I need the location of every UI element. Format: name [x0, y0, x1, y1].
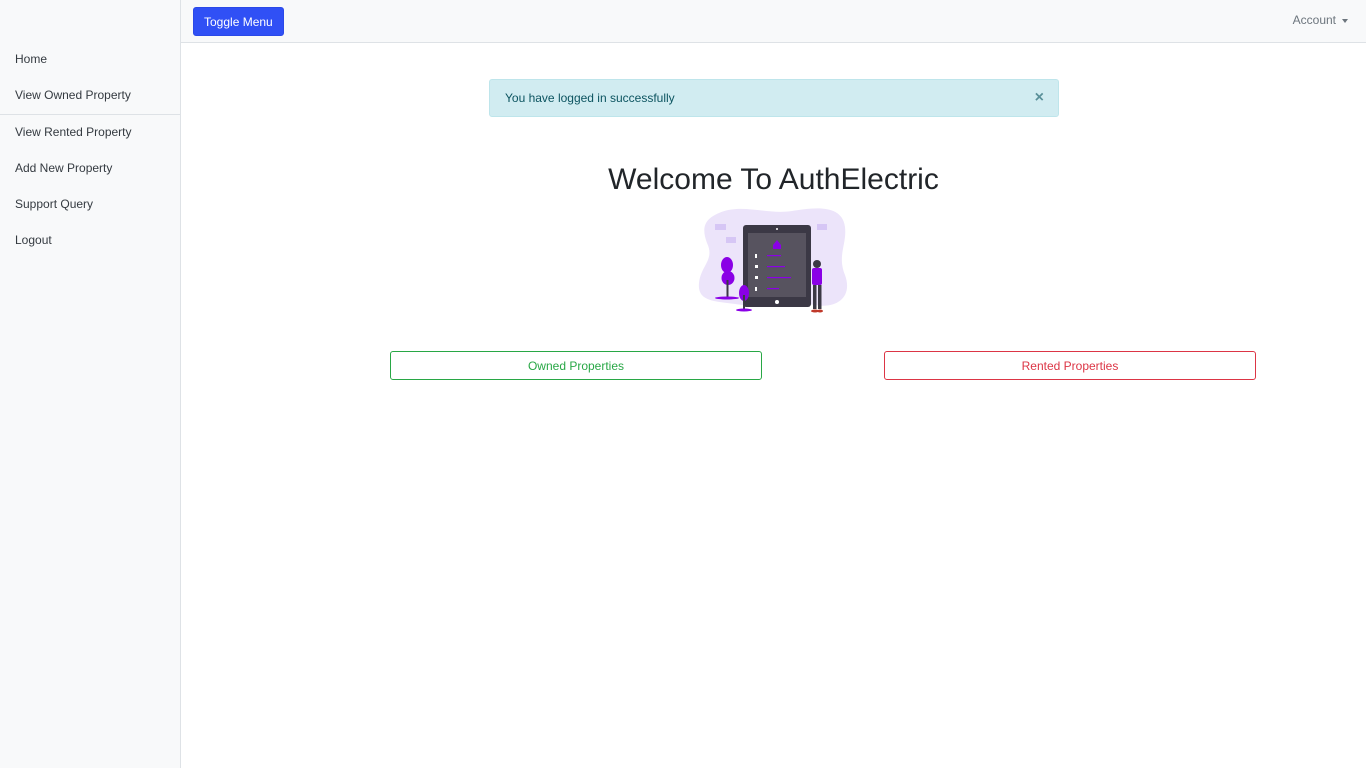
alert-message: You have logged in successfully — [505, 91, 675, 105]
sidebar-nav: Home View Owned Property View Rented Pro… — [0, 42, 180, 259]
close-icon[interactable]: × — [1035, 90, 1044, 106]
account-label: Account — [1292, 13, 1336, 27]
sidebar-item-view-rented-property[interactable]: View Rented Property — [0, 115, 180, 151]
sidebar-item-home[interactable]: Home — [0, 42, 180, 78]
login-success-alert: You have logged in successfully × — [489, 79, 1059, 117]
toggle-menu-button[interactable]: Toggle Menu — [193, 7, 284, 36]
sidebar-item-logout[interactable]: Logout — [0, 223, 180, 259]
tablet-person-illustration — [697, 205, 852, 317]
sidebar-item-add-new-property[interactable]: Add New Property — [0, 151, 180, 187]
sidebar-item-view-owned-property[interactable]: View Owned Property — [0, 78, 180, 115]
account-dropdown[interactable]: Account — [1293, 13, 1348, 27]
caret-down-icon — [1342, 18, 1348, 23]
top-navbar: Toggle Menu Account — [181, 0, 1366, 43]
rented-properties-button[interactable]: Rented Properties — [884, 351, 1256, 380]
owned-properties-button[interactable]: Owned Properties — [390, 351, 762, 380]
sidebar-item-support-query[interactable]: Support Query — [0, 187, 180, 223]
page-title: Welcome To AuthElectric — [608, 163, 939, 196]
sidebar: Home View Owned Property View Rented Pro… — [0, 0, 181, 768]
